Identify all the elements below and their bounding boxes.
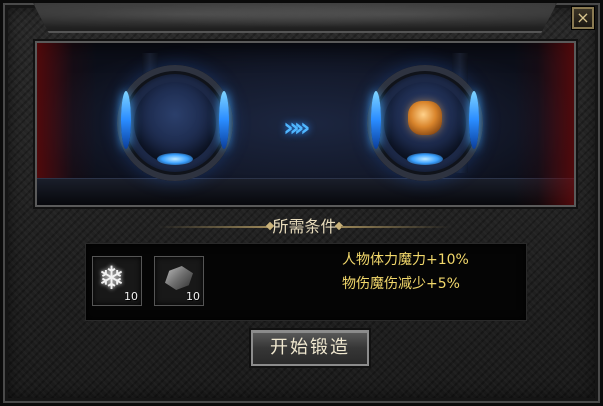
attribute-bonus-hp-mp: 人物体力魔力+10% [342, 252, 469, 268]
attribute-list: 人物体力魔力+10% 物伤魔伤减少+5% [342, 248, 469, 296]
scene-floor [37, 178, 574, 205]
material-slot-snowflake[interactable]: ❄ 10 [92, 256, 142, 306]
close-button[interactable]: × [572, 7, 594, 29]
header-divider [158, 226, 268, 228]
blue-flame-icon [157, 153, 193, 165]
portal-glow-icon [469, 91, 479, 149]
forge-scene: »» [35, 41, 576, 207]
ore-icon [165, 266, 193, 290]
material-quantity: 10 [124, 290, 138, 303]
portal-glow-icon [121, 91, 131, 149]
blue-flame-icon [407, 153, 443, 165]
output-portal [367, 65, 483, 181]
forged-item-icon[interactable] [408, 101, 442, 135]
requirements-panel: ❄ 10 10 人物体力魔力+10% 物伤魔伤减少+5% [85, 243, 527, 321]
requirements-title: 所需条件 [272, 217, 337, 236]
material-quantity: 10 [186, 290, 200, 303]
close-icon: × [576, 8, 590, 27]
forge-window: × »» 所需条件 ❄ 10 10 人物体力魔力+10% 物伤魔伤减少+5% 开… [0, 0, 603, 406]
header-divider [341, 226, 451, 228]
attribute-damage-reduction: 物伤魔伤减少+5% [342, 276, 460, 292]
start-forge-button[interactable]: 开始锻造 [251, 330, 369, 366]
portal-glow-icon [219, 91, 229, 149]
material-slot-ore[interactable]: 10 [154, 256, 204, 306]
snowflake-icon: ❄ [98, 259, 125, 297]
requirements-header: 所需条件 [3, 215, 603, 239]
portal-inner [134, 82, 216, 164]
top-ornament [33, 3, 557, 33]
arrow-right-icon: »» [283, 113, 310, 143]
portal-glow-icon [371, 91, 381, 149]
input-portal [117, 65, 233, 181]
